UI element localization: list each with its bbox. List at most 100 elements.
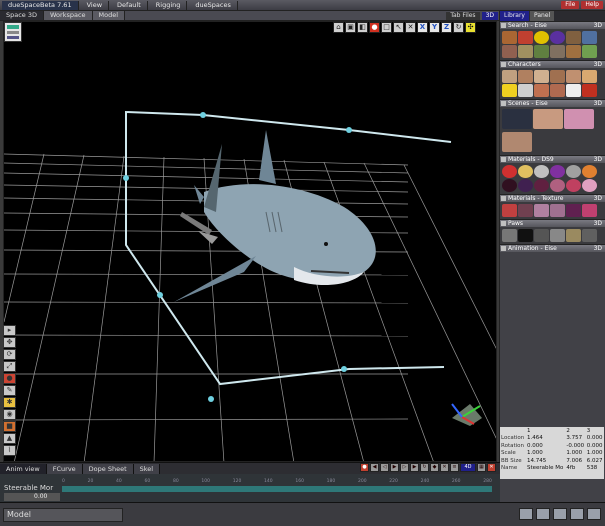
rotate-tool-icon[interactable]: ⟳ [3,349,16,360]
thumb-item[interactable] [582,70,597,83]
monitor-icon[interactable] [519,508,533,520]
loop-button[interactable]: ↻ [420,463,429,472]
material-tool-icon[interactable]: ■ [3,421,16,432]
shape-tool-icon[interactable]: ▲ [3,433,16,444]
thumb-item[interactable] [518,204,533,217]
thumb-item[interactable] [534,204,549,217]
section-search[interactable]: Search - Eise 3D [500,21,605,29]
thumb-item[interactable] [502,84,517,97]
thumb-item[interactable] [582,179,597,192]
thumb-item[interactable] [533,109,563,129]
toggle-icon[interactable] [501,23,506,28]
move-tool-icon[interactable]: ✥ [3,337,16,348]
select-tool-icon[interactable]: ▸ [3,325,16,336]
thumb-item[interactable] [518,179,533,192]
tab-space-3d[interactable]: Space 3D [0,11,45,20]
tab-view[interactable]: View [81,0,110,10]
thumb-item[interactable] [582,31,597,44]
rotation-row[interactable]: Rotation 0.000 -0.000 0.000 [500,442,604,450]
toggle-icon[interactable] [501,157,506,162]
thumb-item[interactable] [550,179,565,192]
thumb-item[interactable] [582,45,597,58]
thumb-item[interactable] [550,31,565,44]
thumb-item[interactable] [534,31,549,44]
camera-tool-icon[interactable]: ◉ [3,409,16,420]
grid-icon[interactable]: ✣ [465,21,476,33]
scale-row[interactable]: Scale 1.000 1.000 1.000 [500,450,604,458]
thumb-item[interactable] [502,229,517,242]
cross-icon[interactable]: ✕ [405,21,416,33]
thumb-item[interactable] [566,204,581,217]
scale-tool-icon[interactable]: ⤢ [3,361,16,372]
thumb-item[interactable] [550,229,565,242]
thumb-item[interactable] [502,45,517,58]
x-axis-button[interactable]: X [417,21,428,33]
view-3d-label[interactable]: 3D [481,12,498,20]
3d-viewport[interactable] [3,21,497,462]
help-button[interactable]: Help [581,1,603,9]
thumb-item[interactable] [582,229,597,242]
layout-icon[interactable] [553,508,567,520]
tab-anim-view[interactable]: Anim view [0,463,47,474]
sphere-icon[interactable]: ● [369,21,380,33]
house-icon[interactable]: ⌂ [333,21,344,33]
thumb-item[interactable] [518,45,533,58]
thumb-item[interactable] [502,109,532,129]
toggle-icon[interactable] [501,196,506,201]
section-materials-texture[interactable]: Materials - Texture 3D [500,194,605,202]
frame-field[interactable]: 0.00 [4,493,60,501]
tab-duespaces[interactable]: dueSpaces [189,0,238,10]
tab-workspace[interactable]: Workspace [44,11,93,20]
split-icon[interactable] [570,508,584,520]
thumb-item[interactable] [534,165,549,178]
thumb-item[interactable] [502,70,517,83]
thumb-item[interactable] [582,204,597,217]
section-animation[interactable]: Animation - Eise 3D [500,244,605,252]
key-button[interactable]: ◆ [430,463,439,472]
prev-frame-button[interactable]: ◁ [380,463,389,472]
thumb-item[interactable] [550,70,565,83]
tab-fcurve[interactable]: FCurve [46,463,83,474]
thumb-item[interactable] [502,131,532,152]
tab-files-label[interactable]: Tab Files [446,12,480,20]
options-button[interactable]: ≡ [450,463,459,472]
fullscreen-icon[interactable] [587,508,601,520]
thumb-item[interactable] [518,229,533,242]
thumb-item[interactable] [502,204,517,217]
y-axis-button[interactable]: Y [429,21,440,33]
location-row[interactable]: Location 1.464 3.757 0.000 [500,435,604,443]
timeline-strip[interactable] [62,486,492,492]
grid-view-button[interactable]: ▦ [477,463,486,472]
axis-gizmo-icon[interactable] [451,403,482,426]
tab-model[interactable]: Model [92,11,126,20]
thumb-item[interactable] [534,45,549,58]
thumb-item[interactable] [518,31,533,44]
light-tool-icon[interactable]: ✱ [3,397,16,408]
thumb-item[interactable] [550,165,565,178]
thumb-item[interactable] [566,84,581,97]
thumb-item[interactable] [518,84,533,97]
toggle-icon[interactable] [501,62,506,67]
rotate-icon[interactable]: ↻ [453,21,464,33]
tab-panel[interactable]: Panel [529,11,555,21]
thumb-item[interactable] [534,179,549,192]
thumb-item[interactable] [566,229,581,242]
record-button[interactable]: ● [360,463,369,472]
toggle-icon[interactable] [501,101,506,106]
next-frame-button[interactable]: ▷ [400,463,409,472]
toggle-icon[interactable] [501,246,506,251]
thumb-item[interactable] [566,70,581,83]
tab-rigging[interactable]: Rigging [150,0,188,10]
thumb-item[interactable] [564,109,594,129]
toggle-icon[interactable] [501,221,506,226]
thumb-item[interactable] [566,45,581,58]
paint-tool-icon[interactable]: ✎ [3,385,16,396]
thumb-item[interactable] [566,179,581,192]
forward-button[interactable]: ▶ [410,463,419,472]
tab-library[interactable]: Library [500,11,529,21]
bone-tool-icon[interactable]: ⌇ [3,445,16,456]
mode-field[interactable]: Model [3,508,123,522]
arrow-icon[interactable]: ↖ [393,21,404,33]
thumb-item[interactable] [518,165,533,178]
section-characters[interactable]: Characters 3D [500,60,605,68]
